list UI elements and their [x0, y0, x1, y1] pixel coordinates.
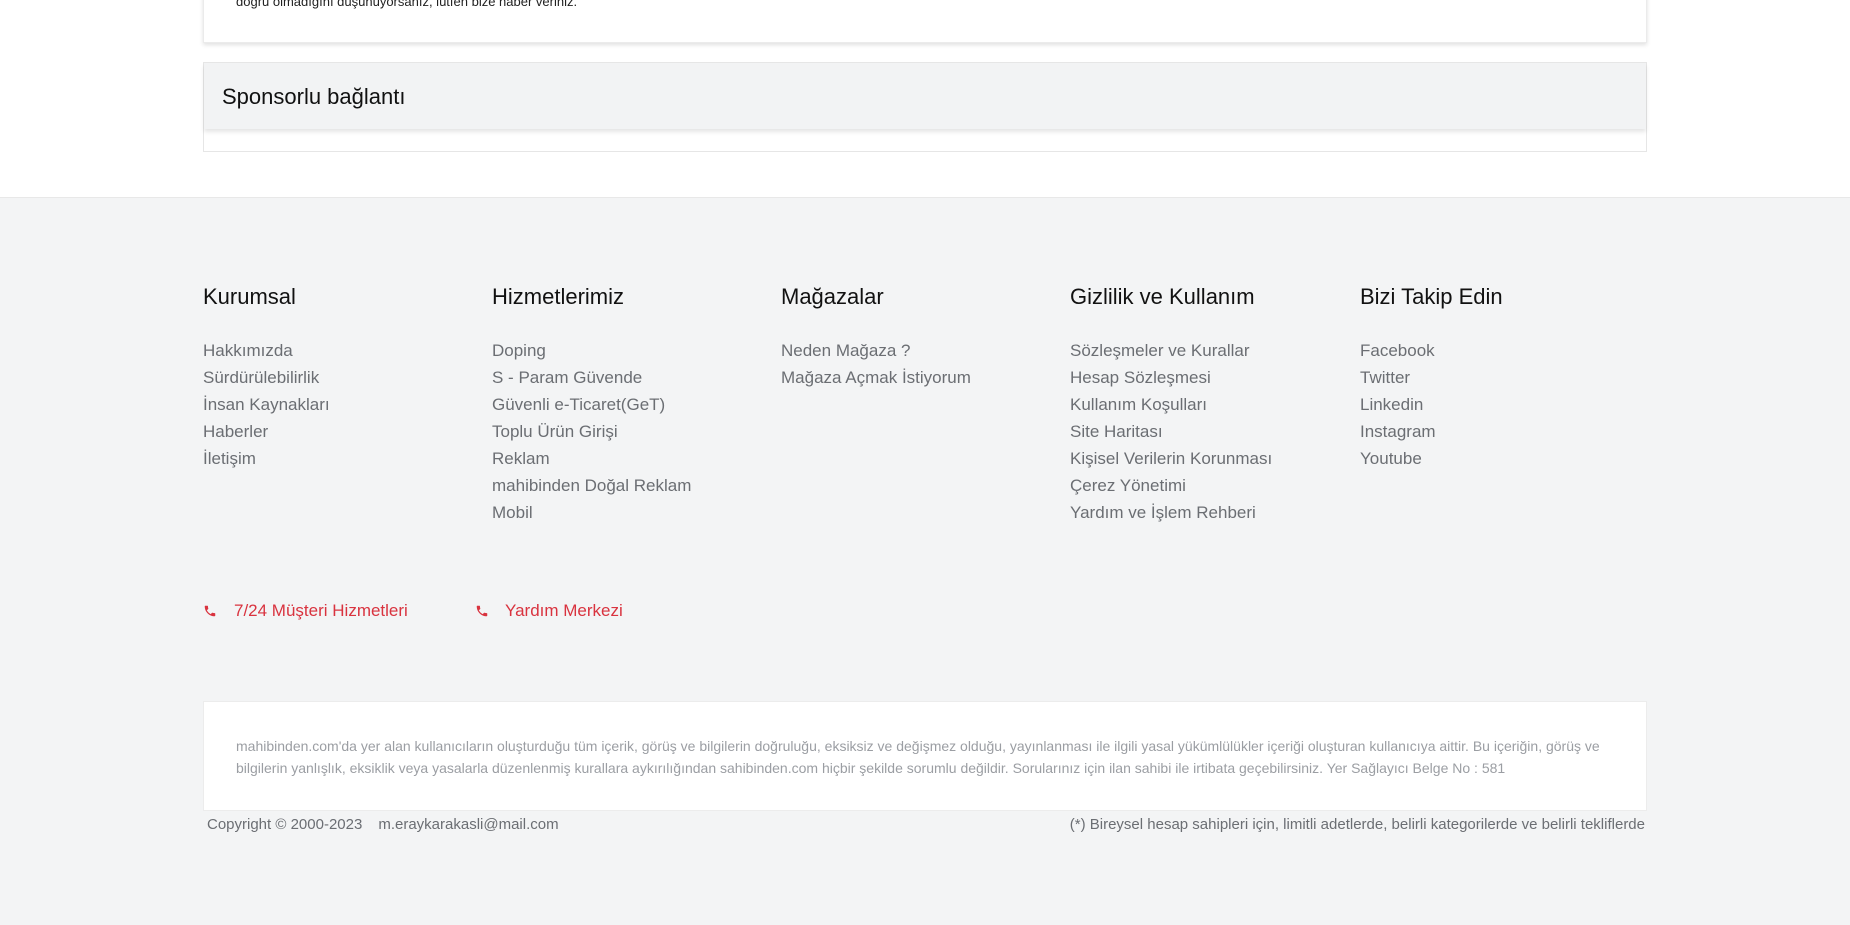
footer-link[interactable]: Mağaza Açmak İstiyorum	[781, 364, 1061, 391]
footer-column-kurumsal: Kurumsal Hakkımızda Sürdürülebilirlik İn…	[203, 283, 483, 472]
footer-link[interactable]: Haberler	[203, 418, 483, 445]
footer-column-title: Bizi Takip Edin	[1360, 284, 1503, 309]
instagram-link[interactable]: Instagram	[1360, 418, 1640, 445]
help-center-label: Yardım Merkezi	[505, 601, 623, 620]
sponsored-links-header: Sponsorlu bağlantı	[204, 63, 1646, 129]
phone-icon	[203, 603, 217, 617]
footer-link[interactable]: İnsan Kaynakları	[203, 391, 483, 418]
customer-service-link[interactable]: 7/24 Müşteri Hizmetleri	[203, 601, 408, 621]
footer-column-title: Mağazalar	[781, 284, 884, 309]
footer-link[interactable]: Neden Mağaza ?	[781, 337, 1061, 364]
notice-card: doğru olmadığını düşünüyorsanız, lütfen …	[203, 0, 1647, 43]
individual-account-note: (*) Bireysel hesap sahipleri için, limit…	[1069, 816, 1645, 833]
footer-link-list: Doping S - Param Güvende Güvenli e-Ticar…	[492, 337, 772, 526]
footer-link[interactable]: Reklam	[492, 445, 772, 472]
footer-link[interactable]: Yardım ve İşlem Rehberi	[1070, 499, 1350, 526]
footer-link[interactable]: Mobil	[492, 499, 772, 526]
footer-column-title: Hizmetlerimiz	[492, 284, 624, 309]
footer-link[interactable]: S - Param Güvende	[492, 364, 772, 391]
footer-column-title: Kurumsal	[203, 284, 296, 309]
content-area: doğru olmadığını düşünüyorsanız, lütfen …	[0, 0, 1850, 198]
footer-link[interactable]: İletişim	[203, 445, 483, 472]
footer-link-list: Sözleşmeler ve Kurallar Hesap Sözleşmesi…	[1070, 337, 1350, 526]
footer-link[interactable]: Sürdürülebilirlik	[203, 364, 483, 391]
footer-link-list: Facebook Twitter Linkedin Instagram Yout…	[1360, 337, 1640, 472]
footer-column-title: Gizlilik ve Kullanım	[1070, 284, 1255, 309]
notice-text: doğru olmadığını düşünüyorsanız, lütfen …	[236, 0, 578, 9]
footer-link[interactable]: Sözleşmeler ve Kurallar	[1070, 337, 1350, 364]
footer-link[interactable]: Kişisel Verilerin Korunması	[1070, 445, 1350, 472]
footer-column-social: Bizi Takip Edin Facebook Twitter Linkedi…	[1360, 283, 1640, 472]
contact-email[interactable]: m.eraykarakasli@mail.com	[378, 816, 558, 833]
help-center-link[interactable]: Yardım Merkezi	[475, 601, 623, 621]
youtube-link[interactable]: Youtube	[1360, 445, 1640, 472]
footer-link[interactable]: Doping	[492, 337, 772, 364]
footer-link[interactable]: Güvenli e-Ticaret(GeT)	[492, 391, 772, 418]
twitter-link[interactable]: Twitter	[1360, 364, 1640, 391]
customer-service-label: 7/24 Müşteri Hizmetleri	[234, 601, 408, 620]
footer-column-magazalar: Mağazalar Neden Mağaza ? Mağaza Açmak İs…	[781, 283, 1061, 391]
sponsored-links-card: Sponsorlu bağlantı	[203, 62, 1647, 152]
footer-link[interactable]: mahibinden Doğal Reklam	[492, 472, 772, 499]
footer-link[interactable]: Hesap Sözleşmesi	[1070, 364, 1350, 391]
copyright-bar: Copyright © 2000-2023 m.eraykarakasli@mai…	[207, 816, 559, 833]
footer-link[interactable]: Site Haritası	[1070, 418, 1350, 445]
footer-link[interactable]: Hakkımızda	[203, 337, 483, 364]
footer-link[interactable]: Kullanım Koşulları	[1070, 391, 1350, 418]
legal-disclaimer: mahibinden.com'da yer alan kullanıcıları…	[203, 701, 1647, 811]
footer-column-gizlilik: Gizlilik ve Kullanım Sözleşmeler ve Kura…	[1070, 283, 1350, 526]
footer-column-hizmetlerimiz: Hizmetlerimiz Doping S - Param Güvende G…	[492, 283, 772, 526]
linkedin-link[interactable]: Linkedin	[1360, 391, 1640, 418]
footer-link[interactable]: Çerez Yönetimi	[1070, 472, 1350, 499]
footer-link[interactable]: Toplu Ürün Girişi	[492, 418, 772, 445]
facebook-link[interactable]: Facebook	[1360, 337, 1640, 364]
footer-link-list: Neden Mağaza ? Mağaza Açmak İstiyorum	[781, 337, 1061, 391]
copyright-text: Copyright © 2000-2023	[207, 816, 363, 833]
footer-link-list: Hakkımızda Sürdürülebilirlik İnsan Kayna…	[203, 337, 483, 472]
sponsored-links-title: Sponsorlu bağlantı	[222, 84, 406, 109]
phone-icon	[475, 603, 489, 617]
